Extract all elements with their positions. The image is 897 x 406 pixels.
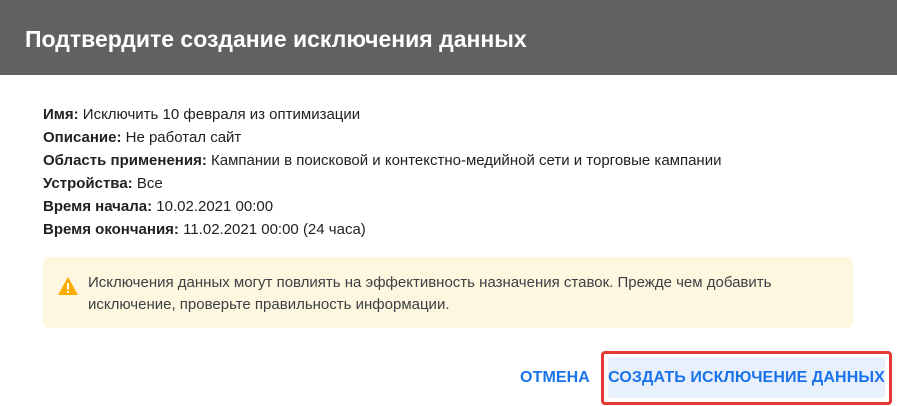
detail-label: Описание: xyxy=(43,129,122,146)
detail-description: Описание: Не работал сайт xyxy=(43,126,863,149)
detail-scope: Область применения: Кампании в поисковой… xyxy=(43,149,863,172)
create-exclusion-button[interactable]: СОЗДАТЬ ИСКЛЮЧЕНИЕ ДАННЫХ xyxy=(608,358,885,398)
warning-banner: Исключения данных могут повлиять на эффе… xyxy=(43,257,853,328)
detail-end-time: Время окончания: 11.02.2021 00:00 (24 ча… xyxy=(43,218,863,241)
warning-triangle-icon xyxy=(57,276,79,296)
detail-label: Область применения: xyxy=(43,152,207,169)
detail-name: Имя: Исключить 10 февраля из оптимизации xyxy=(43,103,863,126)
detail-devices: Устройства: Все xyxy=(43,172,863,195)
warning-text: Исключения данных могут повлиять на эффе… xyxy=(88,274,772,313)
detail-label: Устройства: xyxy=(43,175,133,192)
detail-value: 10.02.2021 00:00 xyxy=(156,198,274,215)
detail-value: Кампании в поисковой и контекстно-медийн… xyxy=(211,152,722,169)
detail-start-time: Время начала: 10.02.2021 00:00 xyxy=(43,195,863,218)
detail-value: 11.02.2021 00:00 (24 часа) xyxy=(183,221,366,238)
detail-value: Исключить 10 февраля из оптимизации xyxy=(82,106,361,123)
dialog-actions: ОТМЕНА СОЗДАТЬ ИСКЛЮЧЕНИЕ ДАННЫХ xyxy=(0,350,897,406)
detail-label: Время окончания: xyxy=(43,221,179,238)
dialog-header: Подтвердите создание исключения данных xyxy=(0,0,897,75)
confirm-button-highlight: СОЗДАТЬ ИСКЛЮЧЕНИЕ ДАННЫХ xyxy=(601,351,892,405)
details-list: Имя: Исключить 10 февраля из оптимизации… xyxy=(43,103,863,241)
detail-label: Время начала: xyxy=(43,198,153,215)
detail-label: Имя: xyxy=(43,106,79,123)
detail-value: Все xyxy=(136,175,163,192)
dialog-title: Подтвердите создание исключения данных xyxy=(25,26,527,52)
detail-value: Не работал сайт xyxy=(125,129,242,146)
confirm-dialog: Подтвердите создание исключения данных И… xyxy=(0,0,897,406)
cancel-button[interactable]: ОТМЕНА xyxy=(516,363,594,393)
